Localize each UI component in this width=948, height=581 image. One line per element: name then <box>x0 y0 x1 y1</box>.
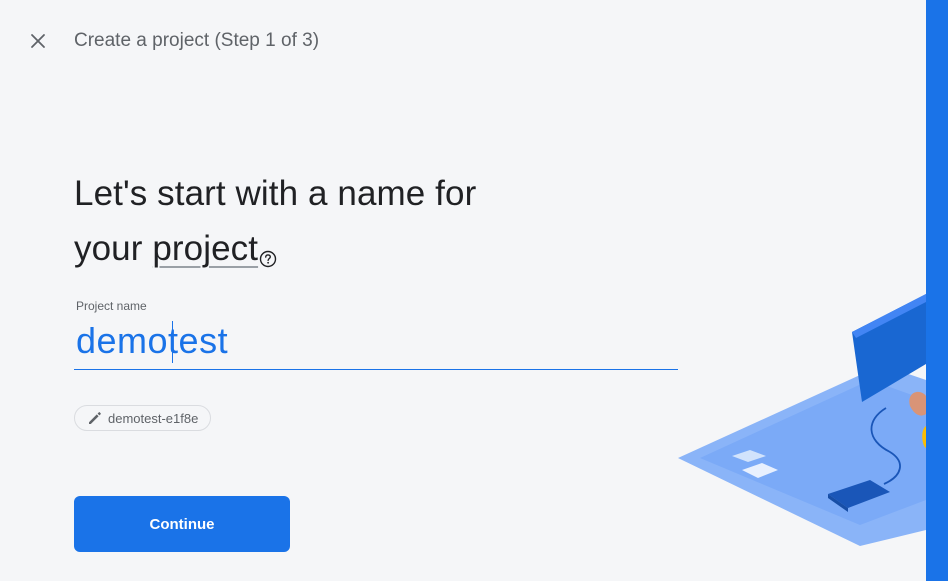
project-name-label: Project name <box>76 299 147 313</box>
page-headline: Let's start with a name for your project <box>74 166 594 276</box>
header-bar: Create a project (Step 1 of 3) <box>0 0 926 82</box>
headline-prefix: your <box>74 229 153 268</box>
headline-line-2: your project <box>74 221 594 276</box>
headline-line-1: Let's start with a name for <box>74 174 477 213</box>
project-name-value[interactable]: demotest <box>76 320 228 362</box>
help-circle-icon[interactable] <box>259 229 277 268</box>
right-edge-bar <box>926 0 948 581</box>
close-icon <box>31 34 45 48</box>
text-caret <box>172 321 173 363</box>
step-title: Create a project (Step 1 of 3) <box>74 30 320 51</box>
pencil-icon <box>89 412 101 424</box>
project-id-text: demotest-e1f8e <box>108 410 199 426</box>
project-id-chip[interactable]: demotest-e1f8e <box>74 405 212 431</box>
project-term-link[interactable]: project <box>152 229 258 268</box>
project-name-input[interactable]: demotest <box>74 318 678 370</box>
project-illustration <box>678 294 926 546</box>
continue-button[interactable]: Continue <box>74 496 290 552</box>
close-button[interactable] <box>26 29 50 53</box>
